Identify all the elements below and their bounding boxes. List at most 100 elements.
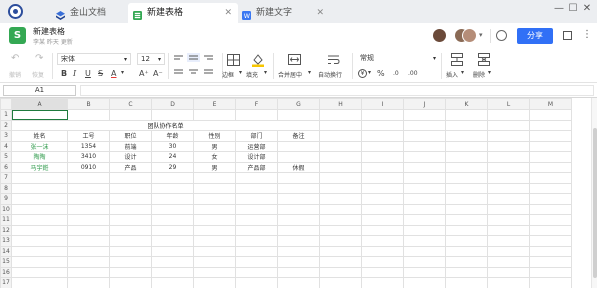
maximize-icon[interactable]: ☐ — [567, 2, 579, 16]
empty-cell[interactable] — [403, 235, 446, 247]
empty-cell[interactable] — [361, 172, 404, 184]
empty-cell[interactable] — [11, 193, 68, 205]
header-cell[interactable]: 性别 — [193, 130, 236, 142]
data-cell[interactable]: 设计 — [109, 151, 152, 163]
empty-cell[interactable] — [487, 193, 530, 205]
empty-cell[interactable] — [403, 266, 446, 278]
empty-cell[interactable] — [319, 130, 362, 142]
empty-cell[interactable] — [403, 224, 446, 236]
empty-cell[interactable] — [151, 245, 194, 257]
empty-cell[interactable] — [487, 161, 530, 173]
empty-cell[interactable] — [403, 277, 446, 288]
header-cell[interactable]: 备注 — [277, 130, 320, 142]
empty-cell[interactable] — [109, 182, 152, 194]
empty-cell[interactable] — [319, 172, 362, 184]
empty-cell[interactable] — [235, 214, 278, 226]
empty-cell[interactable] — [277, 277, 320, 288]
chevron-down-icon[interactable]: ▾ — [461, 69, 464, 76]
empty-cell[interactable] — [277, 245, 320, 257]
empty-cell[interactable] — [445, 203, 488, 215]
percent-button[interactable]: % — [377, 69, 385, 78]
empty-cell[interactable] — [277, 235, 320, 247]
empty-cell[interactable] — [277, 182, 320, 194]
cell-reference-box[interactable]: A1 — [3, 85, 76, 96]
border-button[interactable]: 边框 — [222, 70, 234, 79]
empty-cell[interactable] — [361, 277, 404, 288]
merge-center-button[interactable]: 合并居中 — [278, 70, 302, 79]
empty-cell[interactable] — [319, 151, 362, 163]
avatar[interactable] — [462, 28, 477, 43]
empty-cell[interactable] — [445, 172, 488, 184]
window-close-icon[interactable]: ✕ — [581, 2, 593, 16]
vertical-scrollbar[interactable] — [591, 98, 597, 288]
empty-cell[interactable] — [529, 214, 572, 226]
data-cell[interactable] — [277, 140, 320, 152]
empty-cell[interactable] — [193, 172, 236, 184]
column-header-c[interactable]: C — [109, 98, 152, 110]
empty-cell[interactable] — [487, 256, 530, 268]
data-cell[interactable]: 运营部 — [235, 140, 278, 152]
empty-cell[interactable] — [445, 235, 488, 247]
empty-cell[interactable] — [235, 245, 278, 257]
empty-cell[interactable] — [151, 109, 194, 121]
underline-button[interactable]: U — [85, 69, 91, 78]
empty-cell[interactable] — [109, 203, 152, 215]
empty-cell[interactable] — [11, 277, 68, 288]
empty-cell[interactable] — [277, 109, 320, 121]
number-format-select[interactable]: 常规 ▾ — [357, 53, 439, 65]
column-header-g[interactable]: G — [277, 98, 320, 110]
empty-cell[interactable] — [361, 214, 404, 226]
empty-cell[interactable] — [403, 109, 446, 121]
empty-cell[interactable] — [403, 193, 446, 205]
empty-cell[interactable] — [529, 151, 572, 163]
wrap-text-button[interactable]: 自动换行 — [318, 70, 342, 79]
empty-cell[interactable] — [151, 256, 194, 268]
data-cell[interactable]: 陶陶 — [11, 151, 68, 163]
history-icon[interactable] — [496, 30, 507, 41]
empty-cell[interactable] — [487, 214, 530, 226]
empty-cell[interactable] — [11, 214, 68, 226]
chevron-down-icon[interactable]: ▾ — [264, 69, 267, 76]
empty-cell[interactable] — [445, 109, 488, 121]
row-header[interactable]: 14 — [0, 245, 12, 257]
empty-cell[interactable] — [319, 161, 362, 173]
scrollbar-thumb[interactable] — [593, 128, 597, 278]
font-size-select[interactable]: 12 ▾ — [137, 53, 165, 65]
empty-cell[interactable] — [67, 235, 110, 247]
empty-cell[interactable] — [487, 109, 530, 121]
empty-cell[interactable] — [319, 235, 362, 247]
empty-cell[interactable] — [445, 193, 488, 205]
row-header[interactable]: 17 — [0, 277, 12, 288]
empty-cell[interactable] — [361, 235, 404, 247]
italic-button[interactable]: I — [73, 69, 76, 78]
data-cell[interactable]: 设计部 — [235, 151, 278, 163]
empty-cell[interactable] — [319, 193, 362, 205]
insert-icon[interactable] — [451, 53, 463, 66]
increase-font-button[interactable]: A⁺ — [139, 69, 149, 78]
empty-cell[interactable] — [11, 235, 68, 247]
font-color-button[interactable]: A — [111, 69, 116, 78]
empty-cell[interactable] — [529, 172, 572, 184]
empty-cell[interactable] — [445, 245, 488, 257]
empty-cell[interactable] — [109, 109, 152, 121]
row-header[interactable]: 2 — [0, 119, 12, 131]
empty-cell[interactable] — [193, 109, 236, 121]
kdocs-logo-icon[interactable] — [8, 4, 23, 19]
undo-button[interactable]: 撤销 — [9, 70, 21, 79]
empty-cell[interactable] — [403, 119, 446, 131]
empty-cell[interactable] — [151, 235, 194, 247]
select-all-corner[interactable] — [0, 98, 12, 110]
empty-cell[interactable] — [403, 203, 446, 215]
fill-button[interactable]: 填充 — [246, 70, 258, 79]
column-header-i[interactable]: I — [361, 98, 404, 110]
empty-cell[interactable] — [277, 193, 320, 205]
empty-cell[interactable] — [529, 235, 572, 247]
column-header-h[interactable]: H — [319, 98, 362, 110]
empty-cell[interactable] — [529, 193, 572, 205]
empty-cell[interactable] — [67, 245, 110, 257]
data-cell[interactable]: 男 — [193, 161, 236, 173]
column-header-b[interactable]: B — [67, 98, 110, 110]
empty-cell[interactable] — [445, 224, 488, 236]
empty-cell[interactable] — [193, 193, 236, 205]
empty-cell[interactable] — [529, 109, 572, 121]
